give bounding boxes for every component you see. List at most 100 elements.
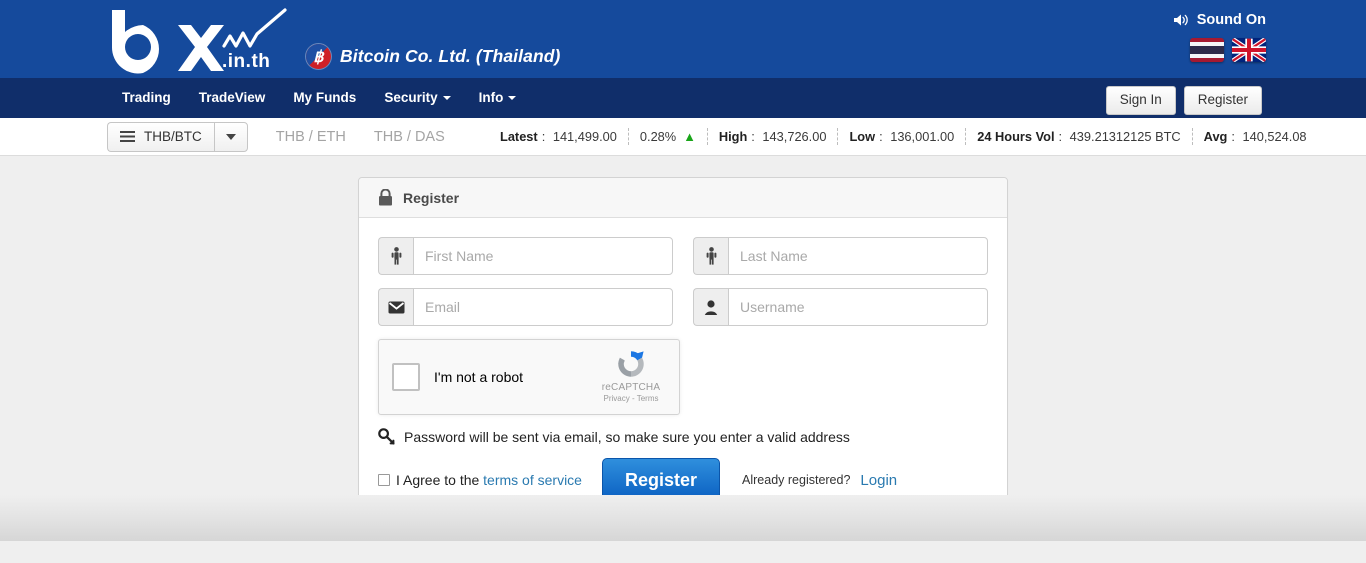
terms-prefix: I Agree to the [396, 472, 484, 488]
stat-latest-value: 141,499.00 [552, 129, 617, 144]
stat-avg: Avg: 140,524.08 [1203, 129, 1307, 144]
divider [706, 128, 708, 145]
key-icon [378, 428, 395, 445]
recaptcha-privacy-terms[interactable]: Privacy - Terms [594, 394, 668, 403]
up-arrow-icon: ▲ [683, 129, 696, 144]
sound-toggle[interactable]: Sound On [1173, 12, 1266, 28]
recaptcha-widget[interactable]: I'm not a robot reCAPTCHA Privacy - Term… [378, 339, 680, 415]
email-group [378, 288, 673, 326]
pair-selector: THB/BTC [107, 121, 248, 152]
pair-label: THB/BTC [144, 129, 202, 144]
footer-gradient [0, 495, 1366, 541]
company-name: Bitcoin Co. Ltd. (Thailand) [340, 46, 561, 66]
stat-high: High: 143,726.00 [718, 129, 827, 144]
register-button-nav[interactable]: Register [1183, 86, 1262, 116]
sound-label: Sound On [1196, 12, 1266, 28]
site-logo[interactable]: .in.th [100, 4, 300, 74]
stat-change-value: 0.28% [639, 129, 677, 144]
language-flags [1190, 38, 1266, 62]
last-name-input[interactable] [728, 237, 988, 275]
stat-high-value: 143,726.00 [762, 129, 827, 144]
pair-selected-button[interactable]: THB/BTC [107, 121, 214, 152]
form-row-names [378, 237, 988, 275]
divider [837, 128, 839, 145]
register-panel-header: Register [359, 178, 1007, 218]
stat-high-label: High [718, 129, 748, 144]
nav-label-security: Security [384, 90, 438, 105]
user-icon [693, 288, 728, 326]
recaptcha-brand: reCAPTCHA Privacy - Terms [594, 347, 668, 403]
password-note: Password will be sent via email, so make… [378, 428, 988, 445]
top-header: .in.th Bitcoin Co. Ltd. (Thailand) Sound… [0, 0, 1366, 78]
stat-latest-label: Latest [500, 129, 538, 144]
stat-low-value: 136,001.00 [890, 129, 955, 144]
person-icon [378, 237, 413, 275]
nav-label-trading: Trading [122, 90, 171, 105]
recaptcha-label: I'm not a robot [434, 369, 524, 385]
stat-avg-value: 140,524.08 [1242, 129, 1307, 144]
stat-low-label: Low [849, 129, 876, 144]
stat-avg-label: Avg [1203, 129, 1228, 144]
stat-latest: Latest: 141,499.00 [500, 129, 617, 144]
divider [627, 128, 629, 145]
login-link[interactable]: Login [860, 472, 897, 489]
stat-low: Low: 136,001.00 [849, 129, 955, 144]
chevron-down-icon [225, 133, 236, 140]
nav-label-my-funds: My Funds [293, 90, 357, 105]
first-name-input[interactable] [413, 237, 673, 275]
market-stats: Latest: 141,499.00 0.28% ▲ High: 143,726.… [500, 128, 1307, 145]
hamburger-icon [120, 131, 135, 142]
username-group [693, 288, 988, 326]
terms-checkbox[interactable] [378, 474, 390, 486]
market-ticker-bar: THB/BTC THB / ETH THB / DAS Latest: 141,… [0, 118, 1366, 156]
username-input[interactable] [728, 288, 988, 326]
recaptcha-brand-name: reCAPTCHA [601, 382, 661, 393]
nav-label-tradeview: TradeView [198, 90, 266, 105]
company-brand: Bitcoin Co. Ltd. (Thailand) [306, 44, 560, 69]
email-input[interactable] [413, 288, 673, 326]
bitcoin-logo-icon [306, 44, 331, 69]
envelope-icon [378, 288, 413, 326]
stat-volume: 24 Hours Vol: 439.21312125 BTC [977, 129, 1181, 144]
terms-of-service-link[interactable]: terms of service [483, 472, 582, 488]
register-panel: Register First Name Last Name Email User… [358, 177, 1008, 526]
password-note-text: Password will be sent via email, so make… [404, 428, 850, 445]
nav-item-tradeview[interactable]: TradeView [185, 78, 280, 118]
nav-item-trading[interactable]: Trading [108, 78, 185, 118]
pair-dropdown-button[interactable] [213, 121, 248, 152]
svg-text:.in.th: .in.th [222, 51, 270, 72]
nav-label-info: Info [478, 90, 504, 105]
nav-item-security[interactable]: Security [370, 78, 464, 118]
auth-buttons: Sign In Register [1105, 86, 1262, 116]
bx-logo-icon: .in.th [111, 8, 287, 74]
register-form: I'm not a robot reCAPTCHA Privacy - Term… [359, 218, 1007, 525]
main-navbar: Trading TradeView My Funds Security Info… [0, 78, 1366, 118]
nav-links: Trading TradeView My Funds Security Info [108, 78, 530, 118]
uk-flag-icon [1232, 38, 1266, 62]
terms-text: I Agree to the terms of service [396, 472, 582, 488]
stat-volume-value: 439.21312125 BTC [1069, 129, 1181, 144]
divider [965, 128, 967, 145]
thai-flag[interactable] [1190, 38, 1224, 62]
recaptcha-checkbox[interactable] [392, 363, 420, 391]
last-name-group [693, 237, 988, 275]
form-row-account [378, 288, 988, 326]
recaptcha-icon [618, 351, 644, 377]
speaker-icon [1173, 14, 1188, 26]
pair-tab-thb-eth[interactable]: THB / ETH [276, 129, 346, 145]
first-name-group [378, 237, 673, 275]
person-icon [693, 237, 728, 275]
stat-change: 0.28% ▲ [640, 129, 696, 144]
chevron-down-icon [508, 96, 517, 101]
page-body: Register First Name Last Name Email User… [0, 156, 1366, 541]
nav-item-info[interactable]: Info [465, 78, 531, 118]
already-registered-text: Already registered? [742, 473, 851, 487]
register-panel-title: Register [403, 189, 460, 206]
uk-flag[interactable] [1232, 38, 1266, 62]
divider [1191, 128, 1193, 145]
lock-icon [379, 189, 392, 206]
nav-item-my-funds[interactable]: My Funds [279, 78, 370, 118]
sign-in-button[interactable]: Sign In [1105, 86, 1176, 116]
pair-tab-thb-das[interactable]: THB / DAS [374, 129, 445, 145]
stat-volume-label: 24 Hours Vol [977, 129, 1055, 144]
